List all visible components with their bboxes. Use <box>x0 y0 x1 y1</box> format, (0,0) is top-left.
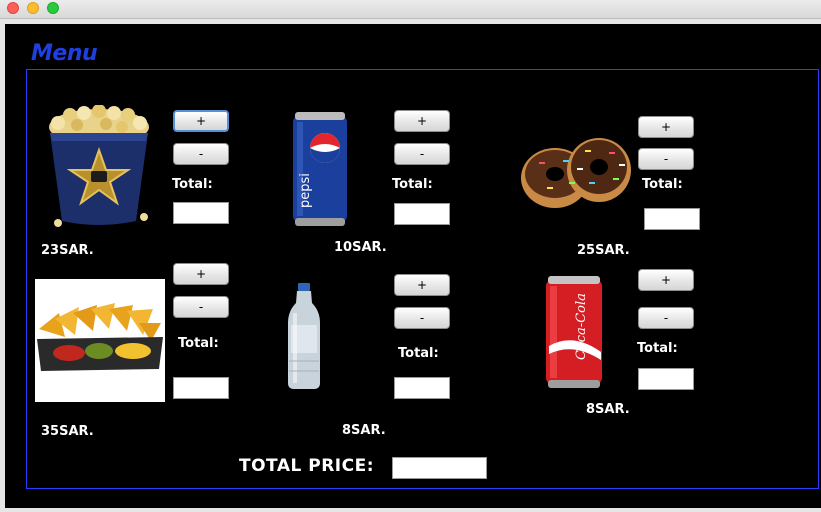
svg-text:pepsi: pepsi <box>298 173 313 208</box>
popcorn-total-field[interactable] <box>173 202 229 224</box>
popcorn-minus-button[interactable]: - <box>173 143 229 165</box>
water-plus-button[interactable]: + <box>394 274 450 296</box>
water-minus-button[interactable]: - <box>394 307 450 329</box>
nachos-total-field[interactable] <box>173 377 229 399</box>
coca-cola-total-field[interactable] <box>638 368 694 390</box>
water-total-label: Total: <box>398 346 439 361</box>
donuts-total-field[interactable] <box>644 208 700 230</box>
total-price-label: TOTAL PRICE: <box>239 456 374 476</box>
donuts-price: 25SAR. <box>577 243 630 258</box>
coca-cola-minus-button[interactable]: - <box>638 307 694 329</box>
nachos-total-label: Total: <box>178 336 219 351</box>
coca-cola-price: 8SAR. <box>586 402 630 417</box>
window-titlebar <box>0 0 821 19</box>
donuts-minus-button[interactable]: - <box>638 148 694 170</box>
pepsi-plus-button[interactable]: + <box>394 110 450 132</box>
donuts-total-label: Total: <box>642 177 683 192</box>
zoom-window-button[interactable] <box>47 2 59 14</box>
donuts-image <box>521 138 631 208</box>
nachos-minus-button[interactable]: - <box>173 296 229 318</box>
pepsi-can-image: pepsi <box>293 112 347 226</box>
nachos-price: 35SAR. <box>41 424 94 439</box>
svg-text:Coca-Cola: Coca-Cola <box>574 293 589 360</box>
menu-title: Menu <box>31 41 98 66</box>
coca-cola-plus-button[interactable]: + <box>638 269 694 291</box>
popcorn-plus-button[interactable]: + <box>173 110 229 132</box>
pepsi-minus-button[interactable]: - <box>394 143 450 165</box>
popcorn-price: 23SAR. <box>41 243 94 258</box>
pepsi-total-field[interactable] <box>394 203 450 225</box>
total-price-field[interactable] <box>392 457 487 479</box>
minimize-window-button[interactable] <box>27 2 39 14</box>
water-bottle-image <box>288 283 320 389</box>
pepsi-total-label: Total: <box>392 177 433 192</box>
nachos-image <box>35 279 165 402</box>
popcorn-image <box>49 105 149 227</box>
pepsi-price: 10SAR. <box>334 240 387 255</box>
donuts-plus-button[interactable]: + <box>638 116 694 138</box>
close-window-button[interactable] <box>7 2 19 14</box>
coca-cola-can-image: Coca-Cola <box>546 276 602 388</box>
water-price: 8SAR. <box>342 423 386 438</box>
water-total-field[interactable] <box>394 377 450 399</box>
popcorn-total-label: Total: <box>172 177 213 192</box>
coca-cola-total-label: Total: <box>637 341 678 356</box>
nachos-plus-button[interactable]: + <box>173 263 229 285</box>
